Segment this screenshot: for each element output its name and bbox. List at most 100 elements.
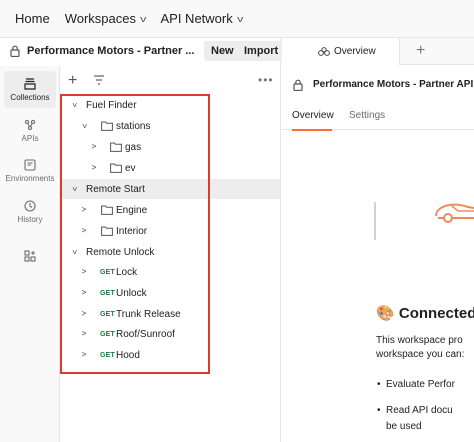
new-button[interactable]: New: [204, 41, 241, 61]
new-tab-icon[interactable]: +: [416, 42, 425, 60]
chevron-right-icon[interactable]: >: [79, 205, 89, 215]
more-options-icon[interactable]: •••: [258, 73, 274, 87]
tree-item-label: Hood: [116, 349, 140, 361]
tab-bar: Overview +: [282, 38, 474, 65]
history-icon: [24, 200, 36, 212]
collections-icon: [24, 78, 36, 90]
overview-bullet-continuation: be used: [386, 421, 422, 432]
tree-request-unlock[interactable]: > GET Unlock: [60, 283, 280, 303]
nav-api-network-label: API Network: [160, 11, 233, 26]
tree-item-label: gas: [125, 141, 142, 153]
tree-request-roof-sunroof[interactable]: > GET Roof/Sunroof: [60, 324, 280, 344]
folder-icon: [110, 163, 122, 173]
chevron-right-icon[interactable]: >: [79, 226, 89, 236]
tree-folder-stations[interactable]: > stations: [60, 116, 280, 136]
overview-heading-text: Connected: [398, 305, 474, 322]
folder-icon: [101, 226, 113, 236]
tree-item-label: Roof/Sunroof: [116, 328, 175, 340]
tree-item-label: Remote Unlock: [86, 246, 155, 258]
chevron-right-icon[interactable]: >: [79, 288, 89, 298]
method-badge: GET: [100, 310, 115, 318]
import-button[interactable]: Import: [237, 41, 286, 61]
add-icon[interactable]: +: [68, 73, 77, 89]
doc-title: Performance Motors - Partner API dem: [313, 79, 474, 90]
sidebar-item-collections[interactable]: Collections: [4, 71, 56, 108]
doc-header: Performance Motors - Partner API dem: [282, 74, 474, 94]
workspace-icon: [318, 46, 330, 56]
chevron-right-icon[interactable]: >: [79, 267, 89, 277]
tree-item-label: Interior: [116, 225, 148, 237]
tree-item-label: Trunk Release: [116, 308, 181, 320]
chevron-right-icon[interactable]: >: [89, 142, 99, 152]
sidebar-item-apis[interactable]: APIs: [4, 114, 56, 148]
tree-folder-gas[interactable]: > gas: [60, 137, 280, 157]
sub-tabs: Overview Settings: [282, 106, 474, 131]
chevron-right-icon[interactable]: >: [79, 350, 89, 360]
sidebar-item-label: Collections: [10, 93, 50, 102]
tree-folder-remote-unlock[interactable]: > Remote Unlock: [60, 242, 280, 262]
environments-icon: [24, 159, 36, 171]
sidebar-item-environments[interactable]: Environments: [4, 154, 56, 188]
chevron-right-icon[interactable]: >: [89, 163, 99, 173]
folder-icon: [101, 121, 113, 131]
active-tab-indicator: [292, 129, 332, 131]
right-panel: Overview + Performance Motors - Partner …: [282, 38, 474, 442]
method-badge: GET: [100, 289, 115, 297]
tree-folder-remote-start[interactable]: > Remote Start: [60, 179, 280, 199]
tree-toolbar: + •••: [60, 68, 280, 94]
folder-icon: [101, 205, 113, 215]
overview-paragraph-line: workspace you can:: [376, 349, 465, 360]
nav-workspaces-label: Workspaces: [64, 11, 136, 26]
tree-request-hood[interactable]: > GET Hood: [60, 345, 280, 365]
tree-item-label: Fuel Finder: [86, 99, 137, 111]
nav-api-network[interactable]: API Network v: [160, 0, 244, 37]
tree-folder-interior[interactable]: > Interior: [60, 221, 280, 241]
sidebar-item-history[interactable]: History: [4, 195, 56, 229]
overview-heading: 🎨 Connected: [376, 304, 474, 322]
illustration-line: [374, 202, 376, 240]
tree-request-lock[interactable]: > GET Lock: [60, 262, 280, 282]
tree-folder-ev[interactable]: > ev: [60, 158, 280, 178]
chevron-down-icon[interactable]: >: [69, 184, 79, 194]
nav-home-label: Home: [15, 11, 50, 26]
method-badge: GET: [100, 351, 115, 359]
tree-item-label: stations: [116, 120, 151, 132]
lock-icon: [293, 79, 303, 91]
tab-settings[interactable]: Settings: [349, 110, 385, 121]
tab-overview-sub[interactable]: Overview: [292, 110, 334, 121]
sidebar-item-configure[interactable]: [4, 249, 56, 271]
chevron-down-icon: v: [236, 13, 244, 24]
method-badge: GET: [100, 268, 115, 276]
tree-item-label: Unlock: [116, 287, 147, 299]
tab-label: Overview: [334, 46, 376, 57]
chevron-down-icon[interactable]: >: [79, 121, 89, 131]
nav-home[interactable]: Home: [15, 0, 50, 37]
overview-paragraph-line: This workspace pro: [376, 335, 463, 346]
tree-item-label: Remote Start: [86, 183, 145, 195]
grid-plus-icon: [24, 250, 36, 262]
sidebar-item-label: History: [17, 215, 43, 224]
nav-workspaces[interactable]: Workspaces v: [64, 0, 147, 37]
car-icon: [435, 203, 474, 223]
overview-bullet: Evaluate Perfor: [377, 379, 455, 390]
sidebar-rail: Collections APIs Environments History: [0, 66, 60, 442]
chevron-down-icon[interactable]: >: [69, 100, 79, 110]
tree-request-trunk-release[interactable]: > GET Trunk Release: [60, 304, 280, 324]
sidebar-item-label: Environments: [5, 174, 55, 183]
chevron-right-icon[interactable]: >: [79, 329, 89, 339]
palette-icon: 🎨: [376, 305, 395, 322]
apis-icon: [24, 119, 36, 131]
tab-overview[interactable]: Overview: [282, 38, 400, 65]
tree-item-label: Engine: [116, 204, 148, 216]
tree-folder-fuel-finder[interactable]: > Fuel Finder: [60, 95, 280, 115]
workspace-title[interactable]: Performance Motors - Partner ...: [27, 45, 195, 57]
chevron-down-icon: v: [140, 13, 147, 24]
chevron-right-icon[interactable]: >: [79, 309, 89, 319]
lock-icon: [10, 45, 20, 57]
workspace-header: Performance Motors - Partner ... New Imp…: [0, 38, 286, 66]
chevron-down-icon[interactable]: >: [69, 247, 79, 257]
tree-folder-engine[interactable]: > Engine: [60, 200, 280, 220]
folder-icon: [110, 142, 122, 152]
filter-icon[interactable]: [92, 73, 106, 87]
method-badge: GET: [100, 330, 115, 338]
